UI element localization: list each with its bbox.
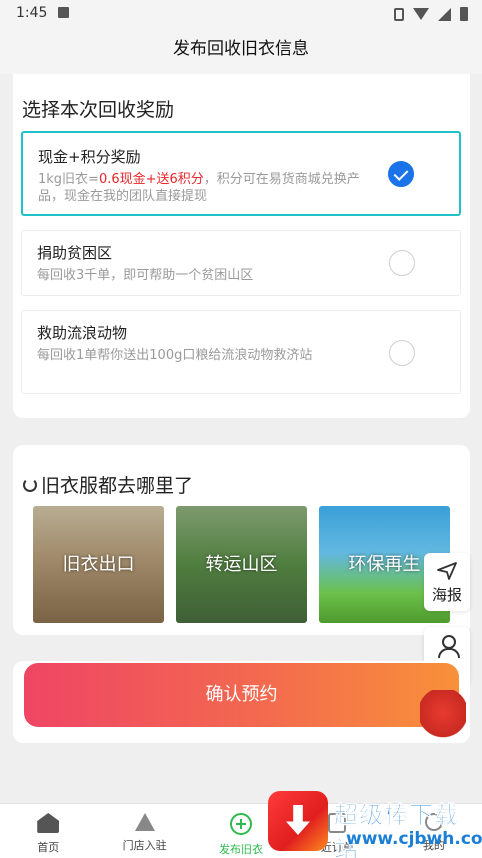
tab-label: 发布旧衣 (219, 843, 264, 856)
reward-card: 选择本次回收奖励 现金+积分奖励 1kg旧衣=0.6现金+送6积分，积分可在易货… (13, 74, 470, 418)
option-desc: 每回收3千单，即可帮助一个贫困山区 (37, 268, 254, 283)
reward-option-poverty[interactable]: 捐助贫困区 每回收3千单，即可帮助一个贫困山区 (21, 230, 461, 296)
tab-store[interactable]: 门店入驻 (96, 804, 192, 858)
confirm-button[interactable]: 确认预约 (24, 663, 459, 727)
reward-section-title: 选择本次回收奖励 (22, 99, 175, 121)
refresh-icon (23, 477, 37, 492)
status-icons (394, 7, 468, 21)
page-title: 发布回收旧衣信息 (173, 39, 309, 59)
option-title: 捐助贫困区 (37, 244, 113, 262)
radio-checked-icon[interactable] (388, 161, 414, 187)
tile-mountain[interactable]: 转运山区 (176, 506, 307, 623)
home-icon (37, 813, 60, 833)
signal-icon (438, 7, 451, 21)
mascot-icon[interactable] (420, 690, 466, 746)
poster-button[interactable]: 海报 (424, 553, 470, 611)
tile-label: 旧衣出口 (62, 554, 135, 575)
option-desc: 每回收1单帮你送出100g口粮给流浪动物救济站 (37, 348, 313, 363)
vibrate-icon (394, 7, 404, 21)
plus-circle-icon (230, 813, 253, 835)
option-desc: 1kg旧衣=0.6现金+送6积分，积分可在易货商城兑换产品，现金在我的团队直接提… (38, 172, 360, 204)
user-icon (436, 635, 460, 658)
battery-icon (460, 7, 468, 21)
tab-home[interactable]: 首页 (0, 804, 96, 858)
tab-label: 首页 (37, 841, 60, 854)
radio-unchecked-icon[interactable] (389, 340, 415, 366)
radio-unchecked-icon[interactable] (389, 250, 415, 276)
watermark-url: www.cjbwh.com (346, 829, 482, 849)
option-title: 救助流浪动物 (37, 324, 128, 342)
watermark: 超级棒下载站 www.cjbwh.com (266, 789, 482, 858)
option-title: 现金+积分奖励 (38, 148, 141, 166)
store-icon (134, 813, 155, 831)
wifi-icon (413, 8, 429, 20)
status-bar: 1:45 (0, 0, 482, 28)
option-desc-highlight: 0.6现金+送6积分 (98, 172, 204, 187)
reward-option-animals[interactable]: 救助流浪动物 每回收1单帮你送出100g口粮给流浪动物救济站 (21, 310, 461, 394)
status-time: 1:45 (16, 5, 48, 21)
poster-label: 海报 (431, 586, 462, 604)
download-logo-icon (268, 791, 328, 851)
destination-tiles: 旧衣出口 转运山区 环保再生 (33, 506, 450, 623)
reward-option-cash-points[interactable]: 现金+积分奖励 1kg旧衣=0.6现金+送6积分，积分可在易货商城兑换产品，现金… (21, 131, 461, 216)
tile-label: 转运山区 (205, 554, 278, 575)
share-icon (436, 561, 458, 581)
tile-export[interactable]: 旧衣出口 (33, 506, 164, 623)
tab-label: 门店入驻 (122, 839, 167, 852)
destinations-section-title: 旧衣服都去哪里了 (23, 471, 193, 498)
confirm-card: 确认预约 (13, 661, 470, 743)
destinations-card: 旧衣服都去哪里了 旧衣出口 转运山区 环保再生 (13, 445, 470, 635)
title-bar: 发布回收旧衣信息 (0, 28, 482, 74)
notification-icon (58, 7, 69, 18)
